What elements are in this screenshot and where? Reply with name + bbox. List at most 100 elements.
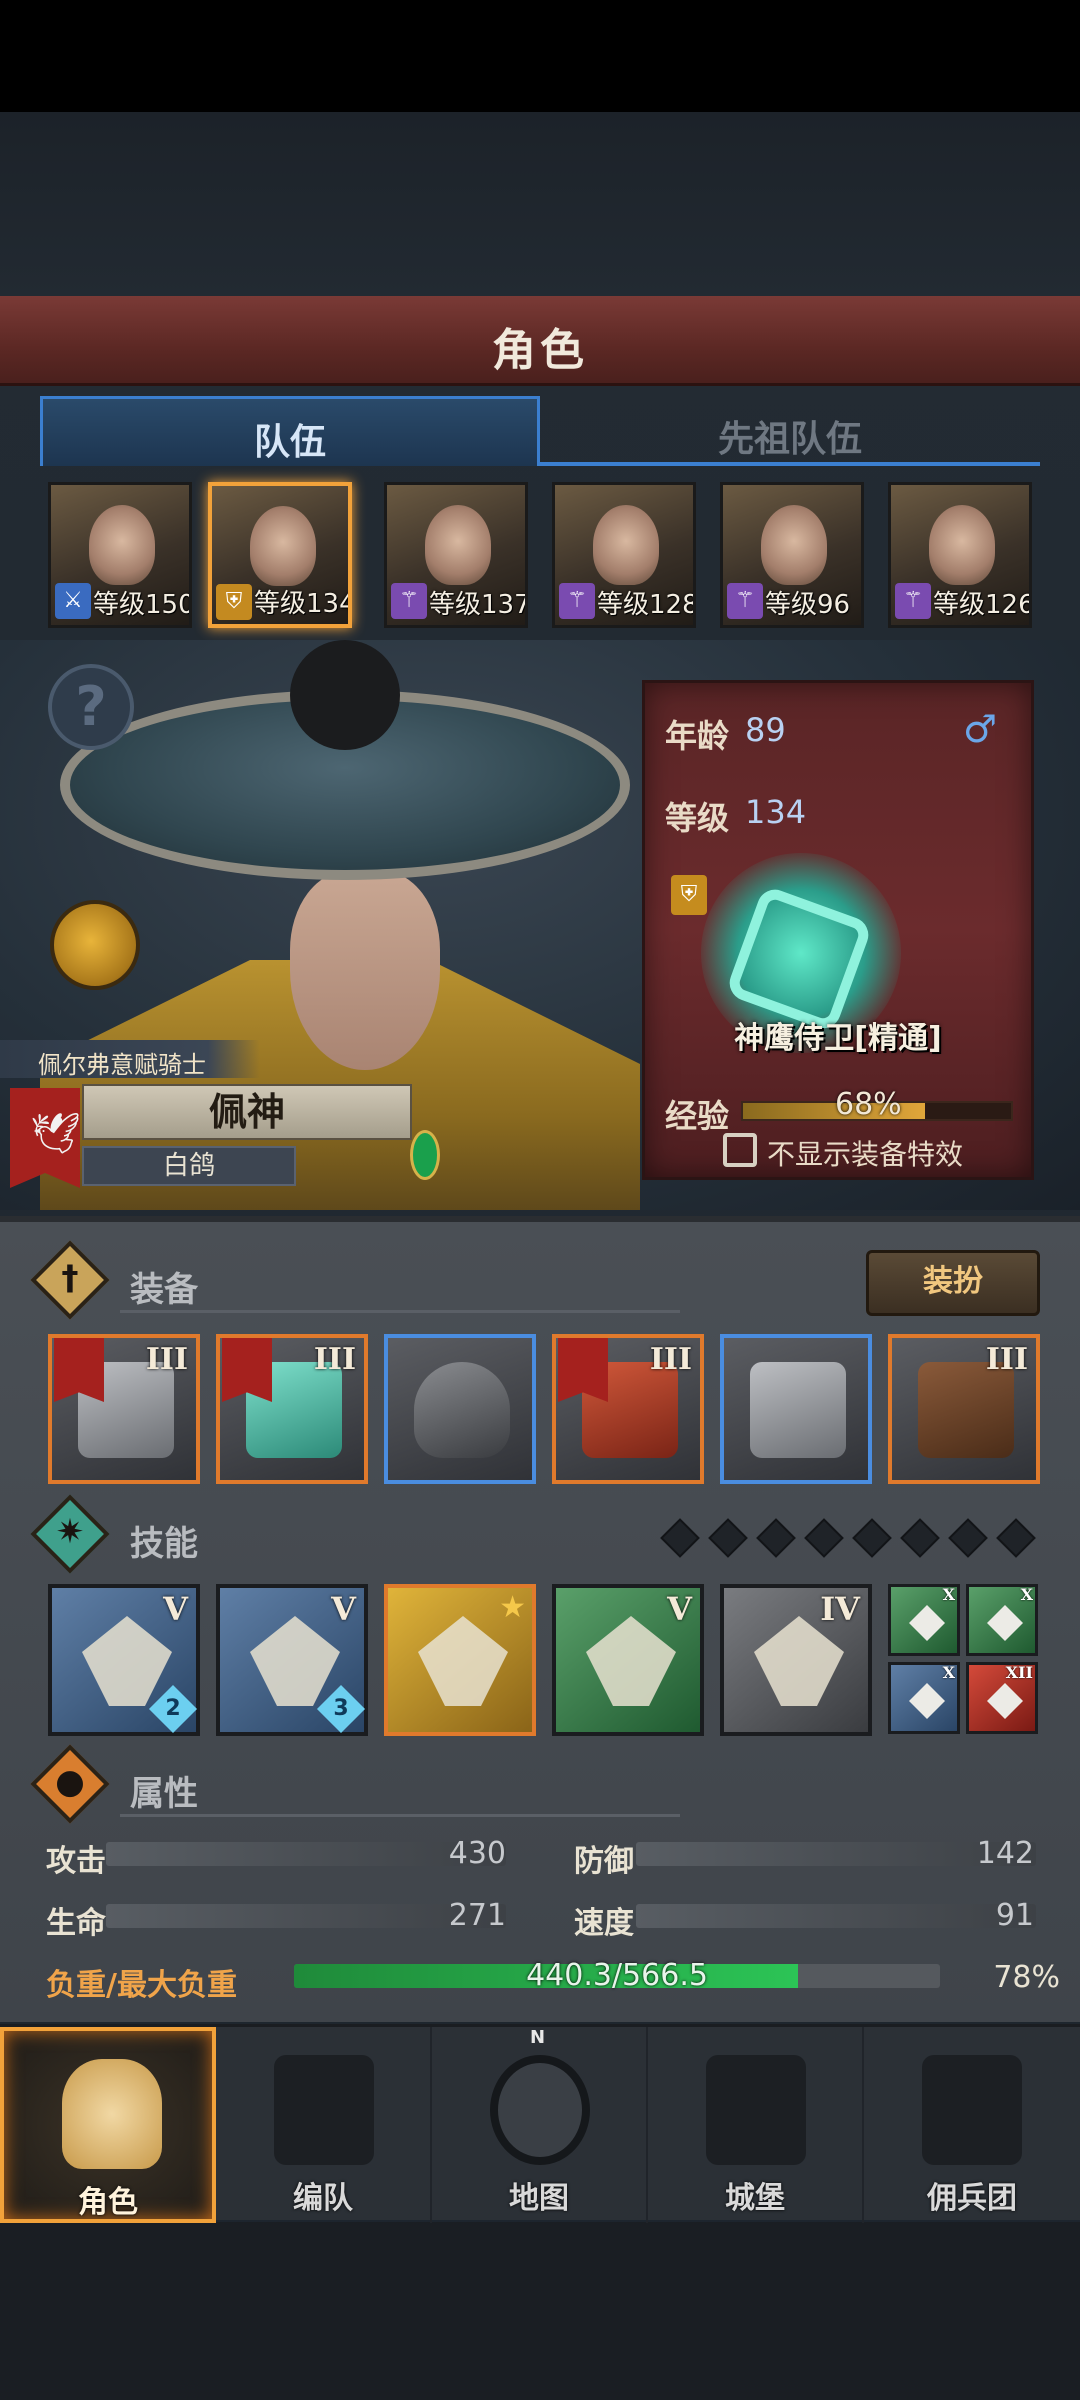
tab-ancestor-team[interactable]: 先祖队伍 xyxy=(540,396,1040,466)
male-icon: ♂ xyxy=(963,707,998,751)
skill-5[interactable]: IV xyxy=(720,1584,872,1736)
dove-icon: 🕊 xyxy=(30,1111,81,1157)
nav-character[interactable]: 角色 xyxy=(0,2027,216,2223)
page-title: 角色 xyxy=(492,325,588,376)
load-label: 负重/最大负重 xyxy=(46,1968,237,2003)
equipment-title: 装备 xyxy=(130,1270,198,1310)
party-member-6[interactable]: ⚚ 等级126 xyxy=(888,482,1032,628)
hp-label: 生命 xyxy=(46,1906,106,1941)
equipment-slot-helmet[interactable] xyxy=(384,1334,536,1484)
skills-list: V 2 V 3 ★ V IV X X X XII xyxy=(48,1584,1042,1736)
portrait-image xyxy=(250,506,316,586)
hero-subtitle: 白鸽 xyxy=(82,1146,296,1186)
portrait-image xyxy=(425,505,491,585)
hide-effects-checkbox[interactable] xyxy=(723,1133,757,1167)
skill-slot-dot xyxy=(948,1518,988,1558)
age-label: 年龄 xyxy=(665,717,730,755)
tier-label: III xyxy=(649,1342,692,1377)
portrait-image xyxy=(593,505,659,585)
person-icon: ● xyxy=(55,1762,85,1802)
skill-4[interactable]: V xyxy=(552,1584,704,1736)
defense-value: 142 xyxy=(976,1836,1034,1871)
team-tabs: 队伍 先祖队伍 xyxy=(40,396,1040,468)
tier-label: III xyxy=(313,1342,356,1377)
portrait-image xyxy=(761,505,827,585)
attack-value: 430 xyxy=(448,1836,506,1871)
tier-label: XII xyxy=(1005,1663,1033,1682)
party-member-5[interactable]: ⚚ 等级96 xyxy=(720,482,864,628)
party-member-4[interactable]: ⚚ 等级128 xyxy=(552,482,696,628)
fist-icon xyxy=(987,1605,1023,1641)
passive-skill-4[interactable]: XII xyxy=(966,1662,1038,1734)
shield-break-icon xyxy=(418,1616,508,1706)
nav-label: 城堡 xyxy=(725,2181,785,2216)
party-member-2[interactable]: ⛨ 等级134 xyxy=(208,482,352,628)
bottom-nav: 角色 编队 N 地图 城堡 佣兵团 xyxy=(0,2024,1080,2223)
speed-value: 91 xyxy=(995,1898,1034,1933)
shield-class-icon: ⛨ xyxy=(671,875,707,915)
attributes-header: ● 属性 xyxy=(30,1744,1050,1824)
castle-icon xyxy=(706,2055,806,2165)
hero-info-panel: 年龄 89 ♂ 等级 134 ⛨ 神鹰侍卫[精通] 经验 68% 不显示装备特效 xyxy=(642,680,1034,1180)
tier-label: IV xyxy=(820,1590,860,1628)
divider xyxy=(120,1310,680,1313)
level-value: 134 xyxy=(745,793,807,831)
equipment-slot-weapon[interactable]: III xyxy=(48,1334,200,1484)
nav-formation[interactable]: 编队 xyxy=(216,2027,432,2223)
skill-slot-indicators xyxy=(660,1518,1040,1558)
tier-label: X xyxy=(942,1585,955,1604)
hero-name[interactable]: 佩神 xyxy=(82,1084,412,1140)
helmet-icon xyxy=(414,1362,510,1458)
tab-team[interactable]: 队伍 xyxy=(40,396,540,466)
equipment-slot-boots[interactable] xyxy=(720,1334,872,1484)
nav-castle[interactable]: 城堡 xyxy=(648,2027,864,2223)
skill-slot-dot xyxy=(996,1518,1036,1558)
attack-label: 攻击 xyxy=(46,1844,106,1879)
party-member-level: 等级126 xyxy=(933,590,1032,620)
level-label: 等级 xyxy=(665,799,730,837)
tier-label: V xyxy=(163,1590,188,1628)
skill-slot-dot xyxy=(756,1518,796,1558)
party-member-level: 等级150 xyxy=(93,590,192,620)
potion-icon[interactable] xyxy=(50,900,140,990)
speed-label: 速度 xyxy=(574,1906,634,1941)
exp-label: 经验 xyxy=(665,1097,730,1135)
sword-icon xyxy=(987,1683,1023,1719)
party-member-1[interactable]: ⚔ 等级150 xyxy=(48,482,192,628)
burst-icon xyxy=(909,1605,945,1641)
sword-icon: ⚔ xyxy=(55,583,91,619)
crystal-hand-icon xyxy=(754,1616,844,1706)
nav-label: 编队 xyxy=(293,2181,353,2216)
nav-map[interactable]: N 地图 xyxy=(432,2027,648,2223)
cross-icon: † xyxy=(61,1258,79,1298)
defense-label: 防御 xyxy=(574,1844,634,1879)
tier-label: III xyxy=(145,1342,188,1377)
gem-count: 2 xyxy=(165,1696,181,1721)
party-portraits: ⚔ 等级150 ⛨ 等级134 ⚚ 等级137 ⚚ 等级128 ⚚ 等级96 ⚚… xyxy=(48,482,1038,628)
passive-skill-3[interactable]: X xyxy=(888,1662,960,1734)
equipment-slot-book[interactable]: III xyxy=(888,1334,1040,1484)
star-icon: ★ xyxy=(499,1590,526,1625)
skill-slot-dot xyxy=(804,1518,844,1558)
mercenary-icon xyxy=(922,2055,1022,2165)
dress-up-button[interactable]: 装扮 xyxy=(866,1250,1040,1316)
nav-mercenary[interactable]: 佣兵团 xyxy=(864,2027,1080,2223)
passive-skill-1[interactable]: X xyxy=(888,1584,960,1656)
skill-3[interactable]: ★ xyxy=(384,1584,536,1736)
passive-skill-2[interactable]: X xyxy=(966,1584,1038,1656)
staff-icon: ⚚ xyxy=(391,583,427,619)
hide-effects-label[interactable]: 不显示装备特效 xyxy=(767,1133,963,1173)
divider xyxy=(120,1814,680,1817)
skill-2[interactable]: V 3 xyxy=(216,1584,368,1736)
party-member-level: 等级134 xyxy=(254,589,352,619)
equipment-slot-shield[interactable]: III xyxy=(216,1334,368,1484)
system-nav-area xyxy=(0,2222,1080,2400)
tier-label: X xyxy=(942,1663,955,1682)
party-member-3[interactable]: ⚚ 等级137 xyxy=(384,482,528,628)
skill-slot-dot xyxy=(852,1518,892,1558)
equipment-slot-armor[interactable]: III xyxy=(552,1334,704,1484)
skill-1[interactable]: V 2 xyxy=(48,1584,200,1736)
bird-icon xyxy=(909,1683,945,1719)
armor-gem xyxy=(410,1130,440,1180)
help-icon[interactable]: ? xyxy=(48,664,134,750)
